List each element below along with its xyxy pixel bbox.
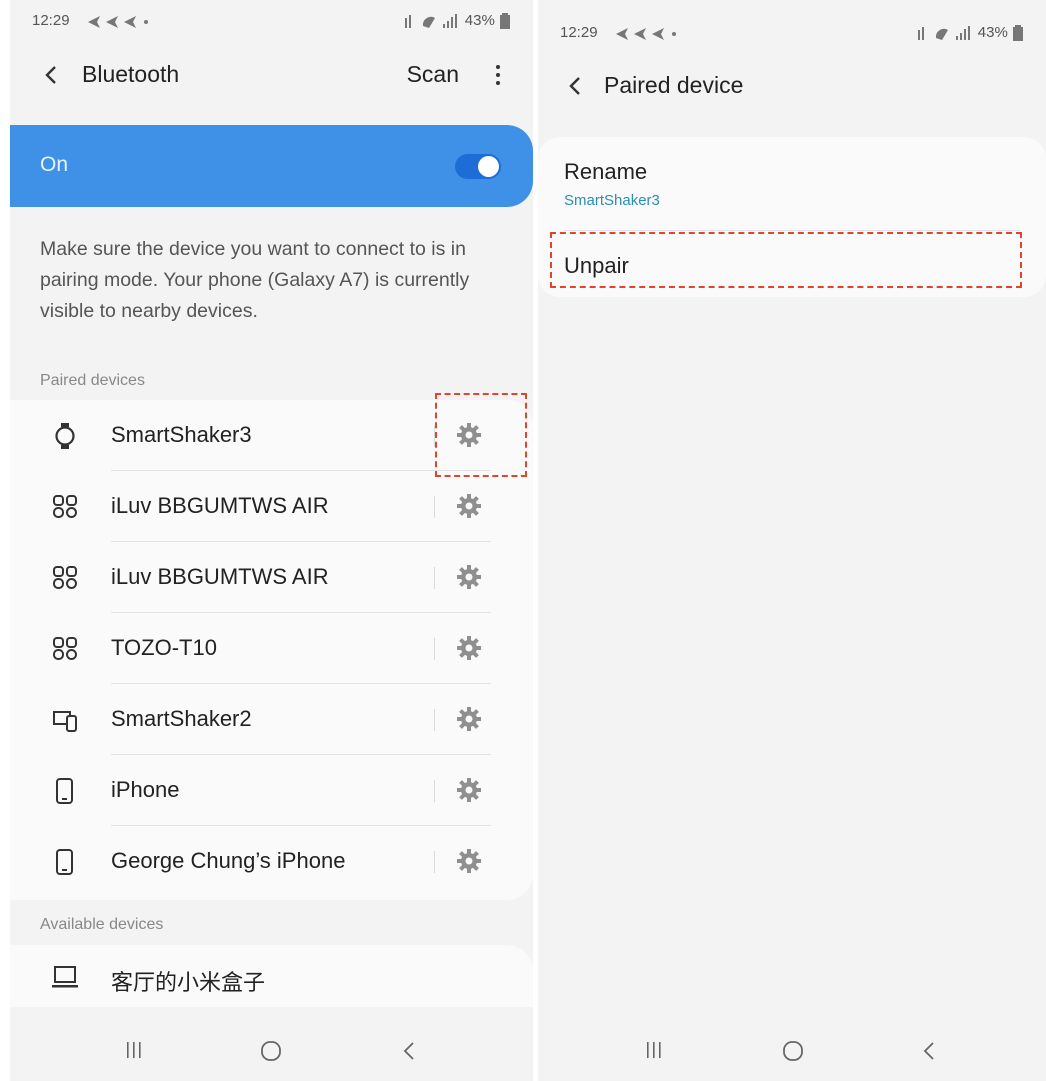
gear-icon[interactable]	[456, 848, 482, 874]
available-devices-card: 客厅的小米盒子	[10, 945, 533, 1007]
earbuds-icon	[53, 637, 77, 660]
earbuds-icon	[53, 566, 77, 589]
gear-icon[interactable]	[456, 635, 482, 661]
pairing-description: Make sure the device you want to connect…	[40, 238, 470, 322]
gear-icon[interactable]	[456, 564, 482, 590]
divider	[434, 780, 435, 802]
back-icon[interactable]	[400, 1040, 418, 1062]
navigation-bar	[538, 1040, 1046, 1080]
paired-device-row[interactable]: iPhone	[10, 755, 533, 826]
gear-icon[interactable]	[456, 706, 482, 732]
divider	[434, 638, 435, 660]
device-name: SmartShaker2	[111, 706, 252, 731]
device-name: iLuv BBGUMTWS AIR	[111, 493, 329, 518]
device-name: George Chung’s iPhone	[111, 848, 346, 873]
status-bar: 12:29 43%	[560, 24, 1024, 46]
recent-apps-icon[interactable]	[124, 1040, 144, 1060]
home-icon[interactable]	[782, 1040, 804, 1062]
page-title: Paired device	[604, 72, 744, 98]
devices-icon	[53, 711, 77, 732]
paired-device-row[interactable]: iLuv BBGUMTWS AIR	[10, 542, 533, 613]
unpair-highlight-box	[550, 232, 1022, 288]
divider	[434, 709, 435, 731]
device-name-value: SmartShaker3	[564, 192, 660, 209]
device-name: iLuv BBGUMTWS AIR	[111, 564, 329, 589]
device-name: 客厅的小米盒子	[111, 970, 266, 995]
divider	[434, 496, 435, 518]
paired-device-row[interactable]: TOZO-T10	[10, 613, 533, 684]
paired-device-row[interactable]: George Chung’s iPhone	[10, 826, 533, 897]
divider	[434, 851, 435, 873]
battery-icon	[1013, 25, 1023, 42]
device-name: SmartShaker3	[111, 422, 252, 447]
signal-wifi-icon	[404, 14, 457, 29]
paired-device-row[interactable]: SmartShaker2	[10, 684, 533, 755]
paired-devices-header: Paired devices	[40, 372, 145, 389]
divider	[434, 567, 435, 589]
rename-label: Rename	[564, 159, 648, 184]
scan-button[interactable]: Scan	[407, 61, 459, 88]
bluetooth-screen: 12:29 43% Bluetooth Scan On Make sure th…	[10, 0, 533, 1081]
switch-knob	[478, 156, 499, 177]
app-bar: Paired device	[538, 66, 1046, 106]
phone-icon	[56, 849, 73, 875]
signal-wifi-icon	[917, 26, 970, 41]
gear-highlight-box	[435, 393, 527, 477]
earbuds-icon	[53, 495, 77, 518]
battery-icon	[500, 13, 510, 30]
app-bar: Bluetooth Scan	[10, 55, 533, 95]
back-arrow-icon[interactable]	[40, 63, 64, 87]
device-name: TOZO-T10	[111, 635, 217, 660]
watch-icon	[55, 423, 75, 449]
status-time: 12:29	[32, 12, 70, 29]
paired-device-row[interactable]: iLuv BBGUMTWS AIR	[10, 471, 533, 542]
more-options-icon[interactable]	[491, 61, 505, 89]
status-right: 43%	[916, 24, 1024, 42]
bluetooth-switch[interactable]	[455, 154, 501, 179]
status-time: 12:29	[560, 24, 598, 41]
navigation-arrows-icon	[614, 24, 684, 44]
back-icon[interactable]	[920, 1040, 938, 1062]
recent-apps-icon[interactable]	[644, 1040, 664, 1060]
laptop-icon	[52, 966, 78, 988]
available-devices-header: Available devices	[40, 916, 164, 933]
available-device-row[interactable]: 客厅的小米盒子	[10, 945, 533, 1007]
bluetooth-toggle-bar[interactable]: On	[10, 125, 533, 207]
device-name: iPhone	[111, 777, 180, 802]
gear-icon[interactable]	[456, 493, 482, 519]
back-arrow-icon[interactable]	[564, 74, 588, 98]
navigation-arrows-icon	[86, 12, 156, 32]
rename-option[interactable]: Rename SmartShaker3	[538, 137, 1046, 229]
paired-device-screen: 12:29 43% Paired device Rename SmartShak…	[538, 0, 1046, 1081]
phone-icon	[56, 778, 73, 804]
battery-percent: 43%	[977, 24, 1008, 41]
status-bar: 12:29 43%	[32, 12, 511, 34]
status-right: 43%	[403, 12, 511, 30]
gear-icon[interactable]	[456, 777, 482, 803]
page-title: Bluetooth	[82, 61, 180, 87]
battery-percent: 43%	[464, 12, 495, 29]
toggle-label: On	[40, 153, 69, 176]
navigation-bar	[10, 1040, 533, 1080]
home-icon[interactable]	[260, 1040, 282, 1062]
